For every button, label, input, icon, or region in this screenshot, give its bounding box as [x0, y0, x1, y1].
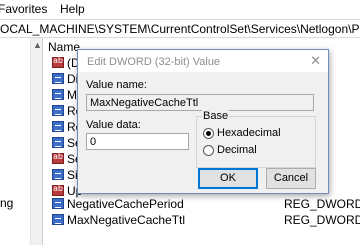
- value-type: REG_DWORD: [284, 213, 360, 227]
- base-label: Base: [202, 110, 230, 122]
- list-item[interactable]: NegativeCachePeriod REG_DWORD: [43, 196, 360, 212]
- binary-value-icon: [52, 105, 64, 116]
- binary-value-icon: [52, 198, 64, 209]
- dialog-title-bar[interactable]: Edit DWORD (32-bit) Value ✕: [78, 50, 328, 72]
- dialog-title: Edit DWORD (32-bit) Value: [87, 56, 221, 68]
- scroll-up-arrow-icon[interactable]: ▲: [33, 40, 42, 50]
- menu-favorites[interactable]: Favorites: [0, 2, 47, 16]
- tree-item[interactable]: ng: [0, 196, 13, 210]
- binary-value-icon: [52, 89, 64, 100]
- value-name-field: MaxNegativeCacheTtl: [86, 94, 314, 111]
- edit-dword-dialog: Edit DWORD (32-bit) Value ✕ Value name: …: [77, 49, 329, 194]
- close-icon[interactable]: ✕: [310, 53, 321, 69]
- binary-value-icon: [52, 73, 64, 84]
- column-header-name[interactable]: Name: [48, 40, 80, 54]
- string-value-icon: [52, 184, 64, 196]
- value-name-text: MaxNegativeCacheTtl: [90, 97, 199, 109]
- value-name: NegativeCachePeriod: [67, 197, 184, 211]
- string-value-icon: [52, 56, 64, 68]
- binary-value-icon: [52, 121, 64, 132]
- cancel-button[interactable]: Cancel: [266, 168, 316, 189]
- binary-value-icon: [52, 169, 64, 180]
- value-name-label: Value name:: [86, 79, 147, 91]
- binary-value-icon: [52, 137, 64, 148]
- list-item-selected[interactable]: MaxNegativeCacheTtl REG_DWORD: [43, 212, 360, 228]
- base-group: Base Hexadecimal Decimal: [196, 110, 316, 168]
- hexadecimal-label[interactable]: Hexadecimal: [217, 127, 281, 139]
- ok-button[interactable]: OK: [198, 168, 258, 189]
- menu-help[interactable]: Help: [60, 2, 85, 16]
- decimal-label[interactable]: Decimal: [217, 144, 257, 156]
- address-path: OCAL_MACHINE\SYSTEM\CurrentControlSet\Se…: [0, 22, 360, 36]
- string-value-icon: [52, 152, 64, 164]
- value-name: MaxNegativeCacheTtl: [67, 213, 186, 227]
- value-data-input[interactable]: 0: [86, 133, 189, 150]
- menu-bar: Favorites Help: [0, 0, 360, 19]
- dialog-body: Value name: MaxNegativeCacheTtl Value da…: [78, 72, 328, 193]
- value-data-label: Value data:: [86, 119, 141, 131]
- address-bar[interactable]: OCAL_MACHINE\SYSTEM\CurrentControlSet\Se…: [0, 19, 360, 38]
- value-type: REG_DWORD: [284, 197, 360, 211]
- binary-value-icon: [52, 214, 64, 225]
- hexadecimal-radio[interactable]: [203, 128, 214, 139]
- decimal-radio[interactable]: [203, 145, 214, 156]
- value-data-text: 0: [90, 136, 97, 148]
